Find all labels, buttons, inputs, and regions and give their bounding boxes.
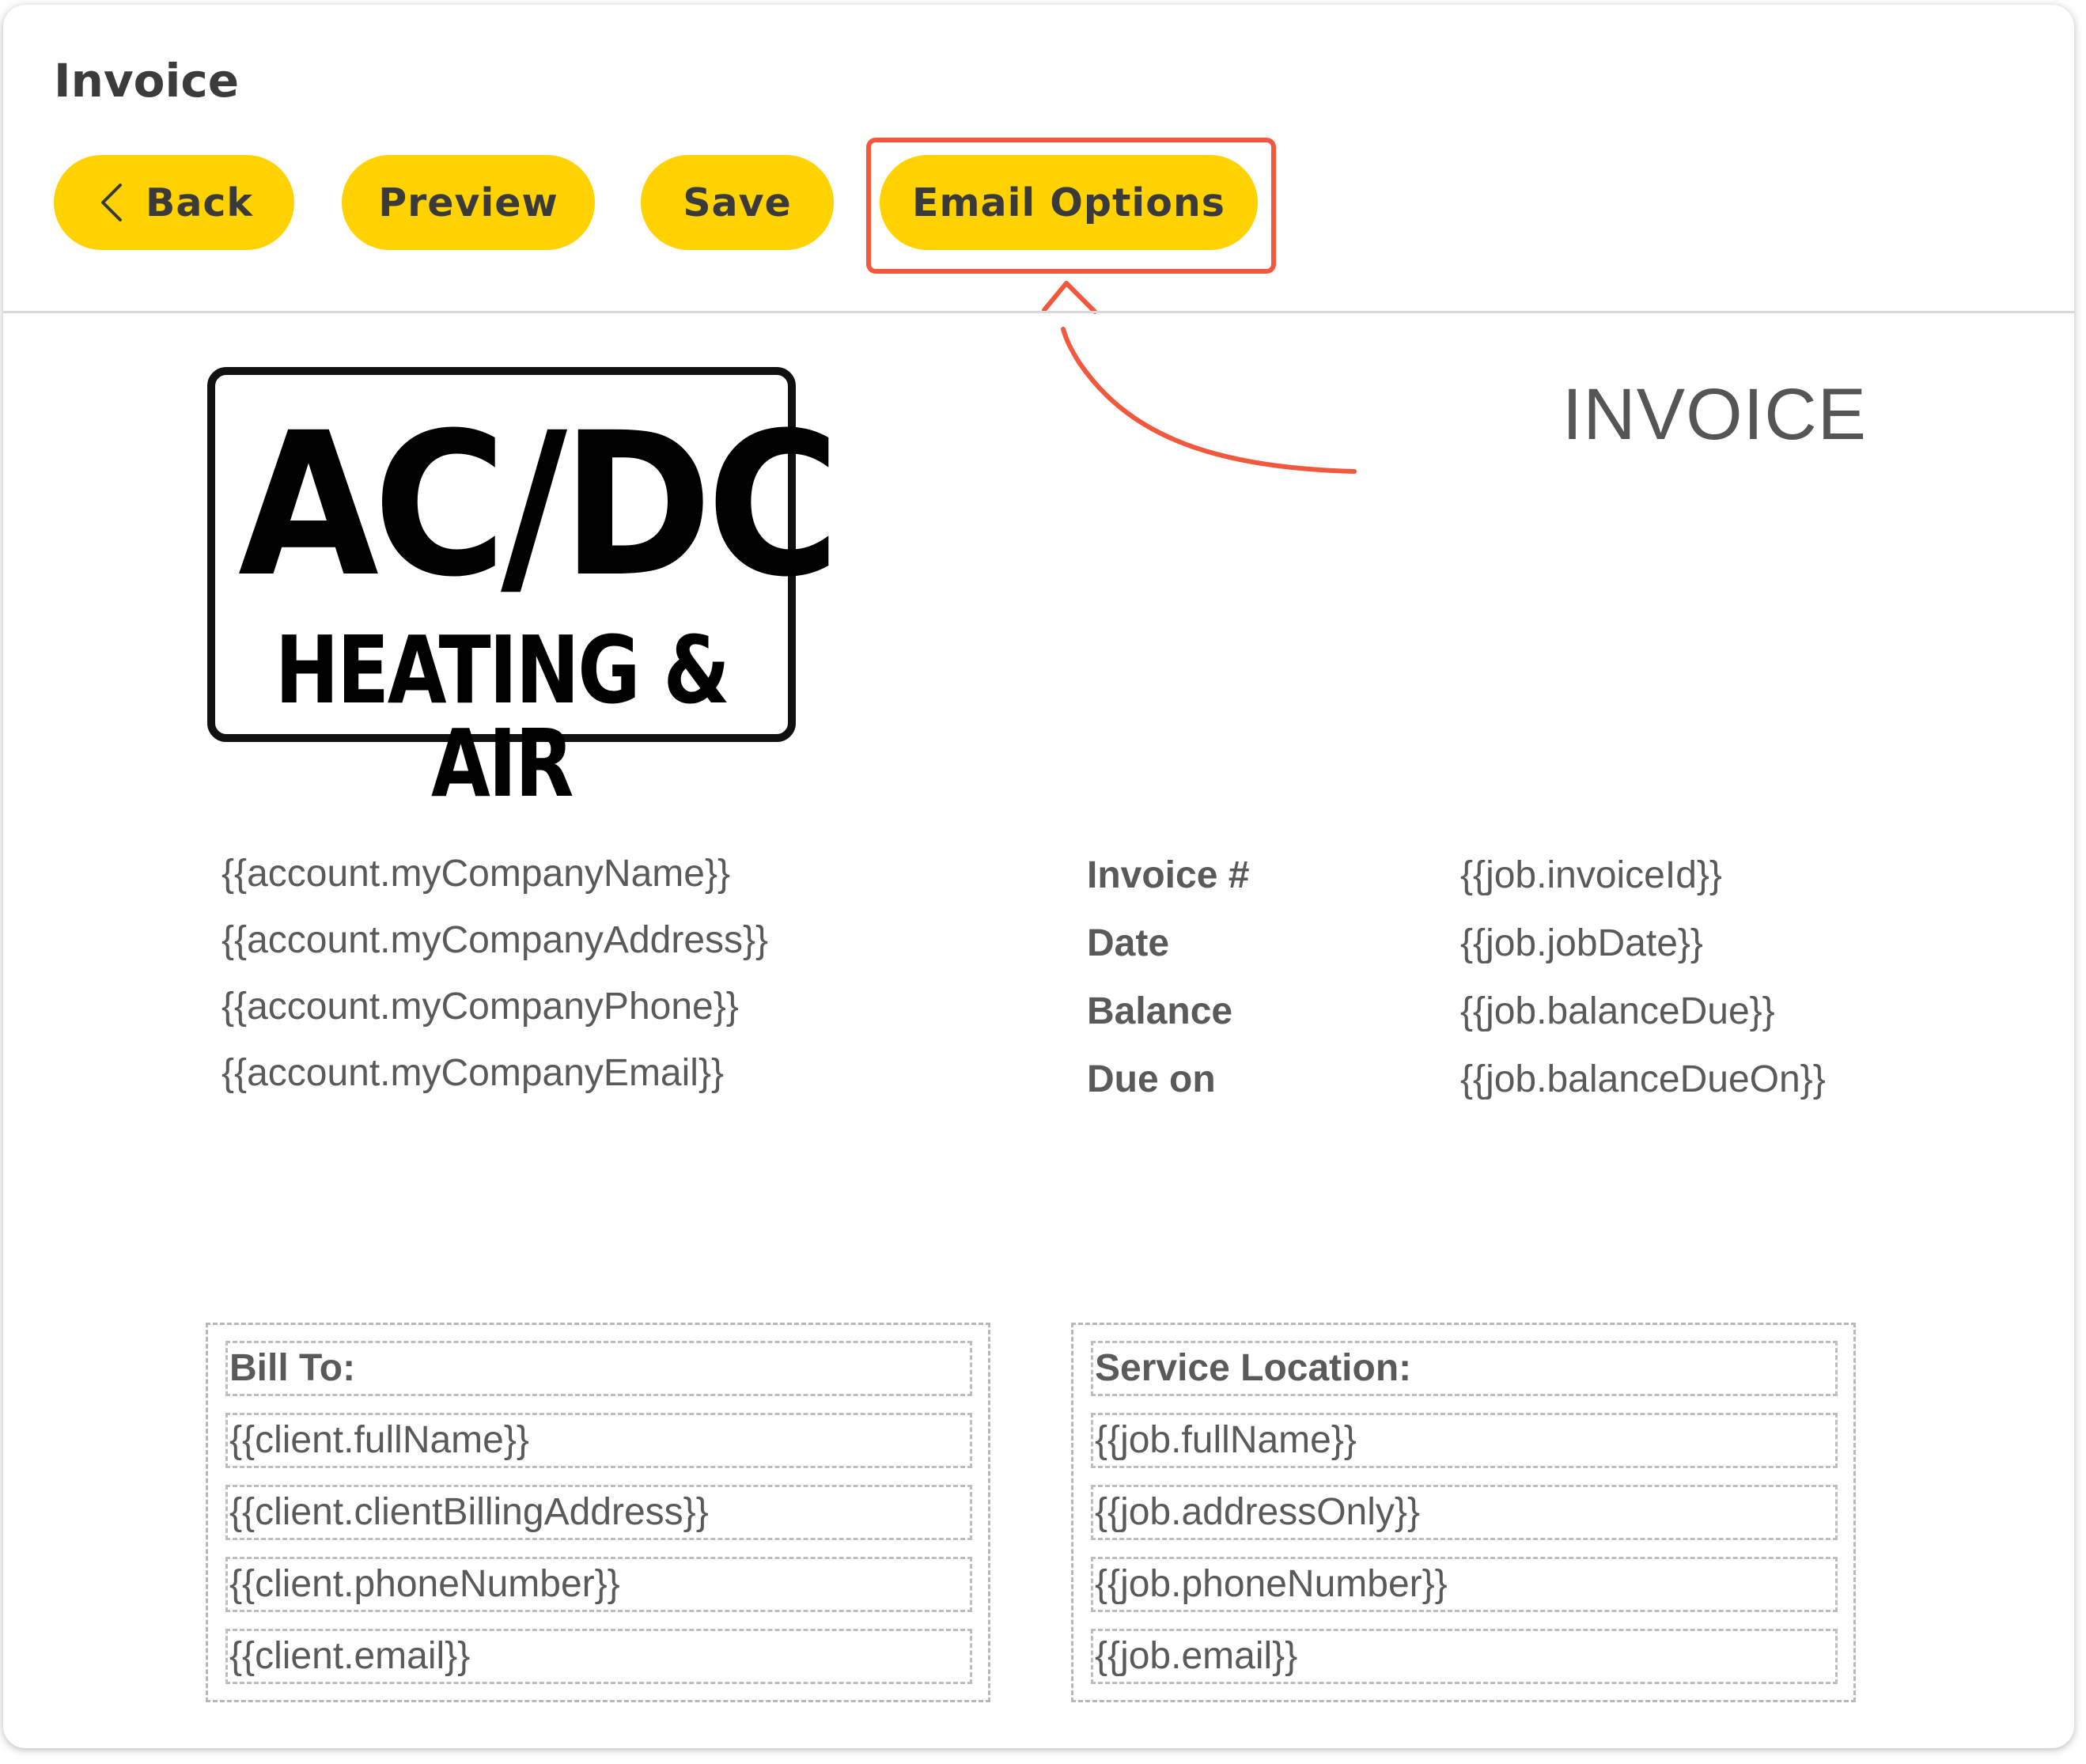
meta-value-due-on: {{job.balanceDueOn}} <box>1460 1058 1826 1100</box>
company-phone: {{account.myCompanyPhone}} <box>221 986 739 1028</box>
company-logo: AC/DC HEATING & AIR <box>207 367 840 810</box>
bill-to-line[interactable]: {{client.fullName}} <box>225 1413 972 1468</box>
meta-label-balance: Balance <box>1087 990 1233 1032</box>
invoice-meta-labels: Invoice # Date Balance Due on <box>1087 848 1249 1120</box>
bill-to-line[interactable]: {{client.clientBillingAddress}} <box>225 1485 972 1540</box>
bill-to-block[interactable]: Bill To: {{client.fullName}} {{client.cl… <box>206 1323 990 1702</box>
bill-to-line[interactable]: {{client.email}} <box>225 1629 972 1684</box>
meta-label-due-on: Due on <box>1087 1058 1216 1100</box>
service-location-line[interactable]: {{job.phoneNumber}} <box>1091 1557 1838 1612</box>
header-divider <box>3 311 2074 313</box>
bill-to-heading[interactable]: Bill To: <box>225 1341 972 1396</box>
service-location-heading[interactable]: Service Location: <box>1091 1341 1838 1396</box>
service-location-block[interactable]: Service Location: {{job.fullName}} {{job… <box>1071 1323 1856 1702</box>
meta-value-balance: {{job.balanceDue}} <box>1460 990 1775 1032</box>
invoice-meta-values: {{job.invoiceId}} {{job.jobDate}} {{job.… <box>1460 848 1826 1120</box>
service-location-line[interactable]: {{job.addressOnly}} <box>1091 1485 1838 1540</box>
bill-to-line[interactable]: {{client.phoneNumber}} <box>225 1557 972 1612</box>
invoice-editor-card: Invoice Back Preview Save Email Options … <box>3 5 2074 1748</box>
company-info: {{account.myCompanyName}} {{account.myCo… <box>221 846 768 1112</box>
meta-value-date: {{job.jobDate}} <box>1460 922 1703 964</box>
logo-main-text: AC/DC <box>237 390 840 620</box>
service-location-line[interactable]: {{job.email}} <box>1091 1629 1838 1684</box>
company-name: {{account.myCompanyName}} <box>221 853 731 895</box>
meta-value-invoice-number: {{job.invoiceId}} <box>1460 854 1722 896</box>
service-location-line[interactable]: {{job.fullName}} <box>1091 1413 1838 1468</box>
logo-sub-text: HEATING & AIR <box>274 615 730 818</box>
meta-label-invoice-number: Invoice # <box>1087 854 1250 896</box>
company-email: {{account.myCompanyEmail}} <box>221 1052 725 1094</box>
invoice-heading: INVOICE <box>1562 374 1867 455</box>
meta-label-date: Date <box>1087 922 1170 964</box>
company-address: {{account.myCompanyAddress}} <box>221 919 769 961</box>
